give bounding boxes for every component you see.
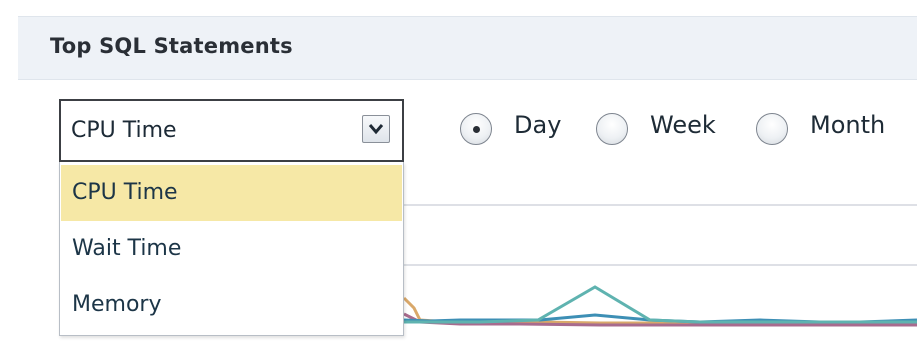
dropdown-option-cpu-time[interactable]: CPU Time: [61, 165, 402, 221]
radio-selected-dot-icon: [473, 126, 480, 133]
radio-day[interactable]: [460, 113, 492, 145]
dropdown-option-wait-time[interactable]: Wait Time: [61, 221, 402, 277]
radio-label-month[interactable]: Month: [810, 111, 885, 139]
radio-month[interactable]: [756, 113, 788, 145]
radio-week[interactable]: [596, 113, 628, 145]
radio-label-day[interactable]: Day: [514, 111, 561, 139]
chevron-down-icon[interactable]: [362, 115, 390, 143]
series-line-teal: [404, 285, 917, 324]
metric-select-value: CPU Time: [71, 118, 177, 143]
metric-dropdown-list: CPU Time Wait Time Memory: [59, 162, 404, 336]
radio-label-week[interactable]: Week: [650, 111, 716, 139]
dropdown-option-memory[interactable]: Memory: [61, 277, 402, 333]
metric-select[interactable]: CPU Time: [59, 99, 404, 162]
